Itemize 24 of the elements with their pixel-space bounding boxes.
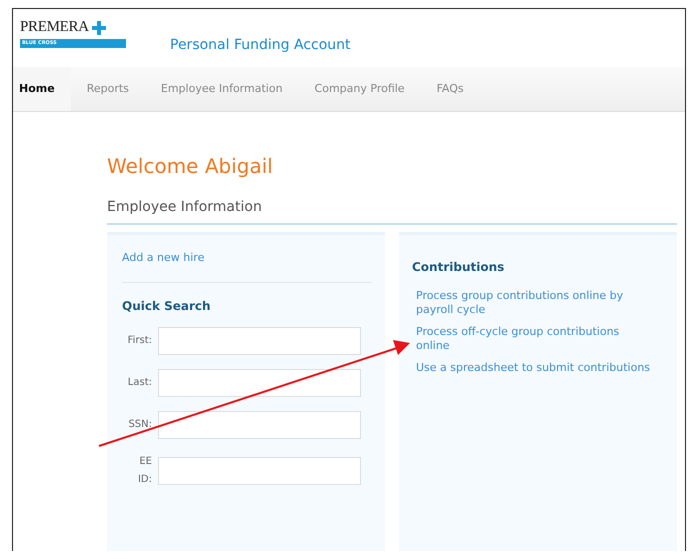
field-label: EE ID:: [136, 455, 153, 487]
field-label: Last:: [126, 376, 153, 390]
contribution-link[interactable]: Process off-cycle group contributions online: [416, 325, 656, 353]
quick-search-title: Quick Search: [122, 299, 212, 313]
nav-tab[interactable]: Company Profile: [298, 67, 421, 111]
nav-tab[interactable]: Reports: [70, 67, 145, 111]
input-field[interactable]: [158, 457, 361, 485]
input-field[interactable]: [158, 327, 361, 355]
contributions-title: Contributions: [412, 260, 506, 274]
app-title: Personal Funding Account: [170, 37, 351, 53]
nav-tab[interactable]: FAQs: [420, 67, 480, 111]
contribution-link[interactable]: Use a spreadsheet to submit contributions: [416, 361, 656, 375]
contribution-link[interactable]: Process group contributions online by payroll cycle: [416, 289, 656, 317]
logo-wordmark: PREMERA: [20, 19, 89, 36]
field-label: SSN:: [127, 418, 153, 432]
field-label: First:: [126, 334, 153, 348]
section-title: Employee Information: [107, 199, 677, 225]
add-hire-link[interactable]: Add a new hire: [122, 251, 385, 264]
input-field[interactable]: [158, 369, 361, 397]
cross-icon: [92, 20, 106, 34]
nav-tab[interactable]: Employee Information: [144, 67, 299, 111]
nav-tab[interactable]: Home: [13, 67, 71, 111]
welcome-heading: Welcome Abigail: [107, 153, 274, 179]
input-field[interactable]: [158, 411, 361, 439]
